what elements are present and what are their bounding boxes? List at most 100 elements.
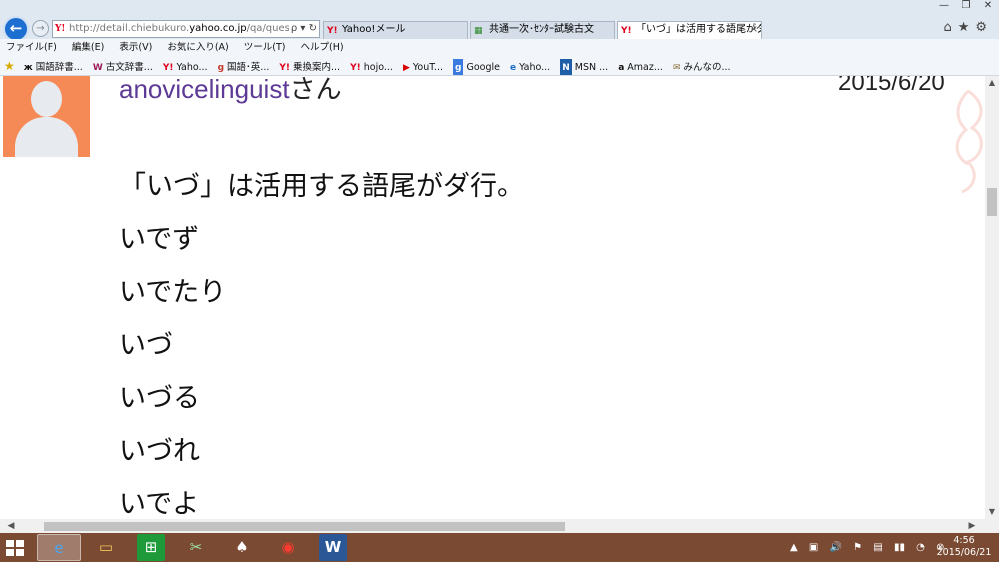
youtube-icon: ▶ (402, 63, 410, 73)
clock-date: 2015/06/21 (936, 547, 992, 558)
menu-favorites[interactable]: お気に入り(A) (167, 39, 228, 57)
favorite-label: Google (466, 62, 500, 73)
taskbar: e ▭ ⊞ ✂ ♠ ◉ W ▲ ▣ 🔊 ⚑ ▤ ▮▮ ◔ ⊗ 4:56 2015… (0, 533, 999, 562)
snipping-tool-icon[interactable]: ✂ (174, 534, 218, 561)
favorite-link[interactable]: Y! Yaho... (163, 59, 208, 75)
msn-icon: N (560, 59, 572, 75)
favorite-label: MSN ... (574, 62, 609, 73)
tab-label: 「いづ」は活用する語尾がダ行... (636, 24, 761, 35)
address-bar[interactable]: Y! http://detail.chiebukuro.yahoo.co.jp/… (52, 20, 320, 38)
answer-date: 2015/6/20 (838, 76, 945, 96)
favorite-link[interactable]: ▶ YouT... (402, 59, 443, 75)
favorite-link[interactable]: g 国語･英... (217, 59, 270, 75)
avatar-head-shape (31, 81, 62, 117)
answer-line: いづれ (119, 436, 200, 467)
favorite-link[interactable]: e Yaho... (510, 59, 550, 75)
answer-line: いでず (119, 224, 200, 255)
favorite-link[interactable]: g Google (453, 59, 500, 75)
goo-icon: g (217, 63, 225, 73)
favorite-label: 国語辞書... (35, 62, 83, 73)
menu-file[interactable]: ファイル(F) (6, 39, 57, 57)
search-refresh-icons[interactable]: ρ ▾ ↻ (288, 21, 317, 37)
answer-line: いでたり (119, 277, 227, 308)
internet-explorer-icon[interactable]: e (37, 534, 81, 561)
menu-tools[interactable]: ツール(T) (244, 39, 286, 57)
menu-bar: ファイル(F) 編集(E) 表示(V) お気に入り(A) ツール(T) ヘルプ(… (0, 39, 999, 57)
answer-body: 「いづ」は活用する語尾がダ行。 いでず いでたり いづ いづる いづれ いでよ (119, 165, 524, 519)
network-app-icon[interactable]: ▣ (809, 542, 818, 553)
favorite-link[interactable]: Y! 乗換案内... (279, 59, 341, 75)
restore-button[interactable]: ❐ (955, 0, 977, 11)
address-domain: yahoo.co.jp (189, 23, 247, 34)
word-icon[interactable]: W (319, 534, 347, 561)
favorite-label: みんなの... (683, 62, 731, 73)
taskbar-clock[interactable]: 4:56 2015/06/21 (936, 535, 992, 559)
menu-view[interactable]: 表示(V) (119, 39, 152, 57)
favorite-label: hojo... (363, 62, 393, 73)
tab-yahoo-mail[interactable]: Y! Yahoo!メール (323, 21, 468, 39)
favorite-label: Amaz... (627, 62, 663, 73)
clock-time: 4:56 (953, 535, 975, 546)
tab-active-question[interactable]: Y! 「いづ」は活用する語尾がダ行... × (617, 21, 762, 39)
favorite-label: 乗換案内... (293, 62, 341, 73)
weblio-icon: W (92, 63, 103, 73)
solitaire-icon[interactable]: ♠ (220, 534, 264, 561)
minimize-button[interactable]: — (933, 0, 955, 11)
window-controls: — ❐ ✕ (933, 0, 999, 14)
menu-help[interactable]: ヘルプ(H) (301, 39, 344, 57)
signal-icon[interactable]: ▮▮ (894, 542, 905, 553)
favorite-link[interactable]: N MSN ... (560, 59, 609, 75)
vertical-scroll-thumb[interactable] (987, 188, 997, 216)
avatar[interactable] (3, 76, 90, 157)
browser-titlebar: ← → Y! http://detail.chiebukuro.yahoo.co… (0, 0, 999, 42)
amazon-icon: a (618, 63, 625, 73)
answer-line: いづる (119, 383, 200, 414)
browser-window: ← → Y! http://detail.chiebukuro.yahoo.co… (0, 0, 999, 562)
menu-edit[interactable]: 編集(E) (72, 39, 104, 57)
username-link[interactable]: anovicelinguist (119, 76, 290, 104)
scroll-up-icon[interactable]: ▲ (985, 76, 999, 90)
note-icon: ✉ (672, 63, 681, 73)
close-tab-icon[interactable]: × (750, 22, 758, 38)
forward-button[interactable]: → (32, 20, 49, 37)
answerer-name: anovicelinguistさん (119, 76, 342, 106)
favorite-link[interactable]: ж 国語辞書... (24, 59, 83, 75)
horizontal-scroll-thumb[interactable] (44, 522, 565, 531)
favorite-label: 古文辞書... (105, 62, 153, 73)
tab-label: 共通一次･ｾﾝﾀｰ試験古文 (489, 24, 594, 35)
horizontal-scrollbar[interactable]: ◀ ▶ (0, 519, 999, 533)
tab-kobun[interactable]: ▦ 共通一次･ｾﾝﾀｰ試験古文 (470, 21, 615, 39)
scroll-right-icon[interactable]: ▶ (965, 519, 979, 533)
scroll-left-icon[interactable]: ◀ (4, 519, 18, 533)
favorite-link[interactable]: a Amaz... (618, 59, 663, 75)
security-app-icon[interactable]: ◉ (266, 534, 310, 561)
yahoo-favicon-icon: Y! (55, 24, 66, 34)
yahoo-icon: Y! (350, 63, 361, 73)
vertical-scrollbar[interactable]: ▲ ▼ (985, 76, 999, 519)
decorative-flower-icon (955, 89, 983, 194)
volume-icon[interactable]: 🔊 (830, 542, 842, 553)
favorite-link[interactable]: Y! hojo... (350, 59, 393, 75)
tab-label: Yahoo!メール (342, 24, 406, 35)
answer-line: いづ (119, 330, 173, 361)
site-favicon-icon: ▦ (474, 26, 483, 36)
file-explorer-icon[interactable]: ▭ (84, 534, 128, 561)
favorite-link[interactable]: ✉ みんなの... (672, 59, 731, 75)
page-content: anovicelinguistさん 2015/6/20 「いづ」は活用する語尾が… (0, 76, 985, 519)
answer-line: 「いづ」は活用する語尾がダ行。 (119, 171, 524, 202)
favorites-star-icon[interactable]: ★ (4, 59, 15, 73)
show-hidden-icons-icon[interactable]: ▲ (790, 542, 798, 553)
favorites-bar: ★ ж 国語辞書... W 古文辞書... Y! Yaho... g 国語･英... Y… (0, 57, 999, 76)
home-favorites-settings-icons[interactable]: ⌂★⚙ (943, 20, 993, 35)
device-icon[interactable]: ▤ (873, 542, 882, 553)
close-window-button[interactable]: ✕ (977, 0, 999, 11)
scroll-down-icon[interactable]: ▼ (985, 505, 999, 519)
store-icon[interactable]: ⊞ (137, 534, 165, 561)
windows-start-icon[interactable] (6, 540, 24, 556)
action-center-icon[interactable]: ⚑ (853, 542, 862, 553)
arrow-right-icon: → (36, 23, 45, 34)
speaker-status-icon[interactable]: ◔ (916, 542, 925, 553)
ie-page-icon: e (510, 63, 517, 73)
favorite-link[interactable]: W 古文辞書... (92, 59, 153, 75)
yahoo-icon: Y! (279, 63, 291, 73)
